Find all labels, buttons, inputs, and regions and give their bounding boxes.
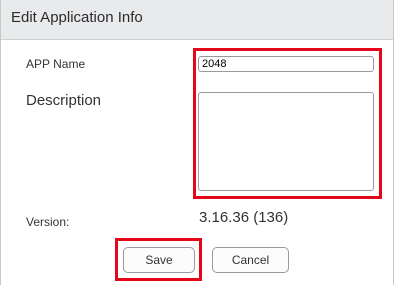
dialog-title-bar: Edit Application Info: [1, 0, 393, 40]
save-button[interactable]: Save: [123, 247, 195, 273]
app-name-input[interactable]: [198, 56, 374, 72]
description-textarea[interactable]: [198, 92, 374, 191]
version-label: Version:: [26, 215, 70, 229]
cancel-button[interactable]: Cancel: [212, 247, 289, 273]
version-value: 3.16.36 (136): [199, 209, 289, 226]
app-name-label: APP Name: [26, 57, 86, 71]
dialog-title: Edit Application Info: [11, 9, 143, 26]
edit-application-dialog: Edit Application Info APP Name Descripti…: [0, 0, 394, 285]
description-label: Description: [26, 92, 102, 109]
